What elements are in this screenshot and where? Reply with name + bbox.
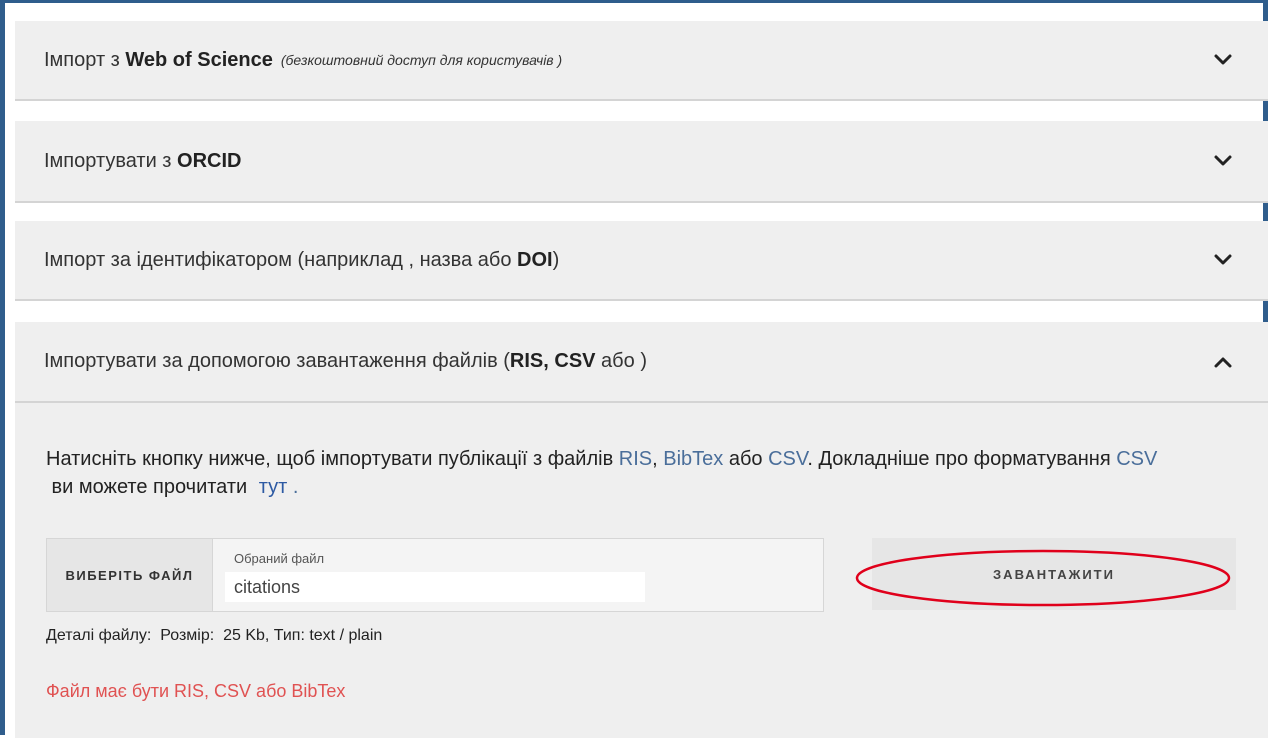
csv-format-link[interactable]: тут — [259, 476, 288, 498]
panel-title-prefix: Імпортувати за допомогою завантаження фа… — [44, 350, 510, 372]
upload-button[interactable]: ЗАВАНТАЖИТИ — [872, 538, 1236, 610]
choose-file-button[interactable]: ВИБЕРІТЬ ФАЙЛ — [46, 538, 212, 612]
chevron-down-icon[interactable] — [1212, 249, 1234, 271]
panel-title-bold: Web of Science — [125, 48, 273, 71]
panel-title-suffix: ) — [552, 248, 560, 271]
desc-text: Натисніть кнопку нижче, щоб імпортувати … — [46, 448, 619, 470]
desc-text: . — [287, 476, 299, 498]
panel-title-prefix: Імпорт з — [44, 48, 126, 71]
desc-text: . Докладніше про форматування — [807, 448, 1117, 470]
panel-title-bold: ORCID — [177, 149, 242, 172]
panel-title-bold: RIS, CSV — [509, 350, 596, 372]
panel-title-suffix: або ) — [595, 350, 647, 372]
file-details: Деталі файлу: Розмір: 25 Kb, Тип: text /… — [46, 627, 383, 644]
file-type-error: Файл має бути RIS, CSV або BibTex — [46, 681, 346, 701]
csv-text: CSV — [768, 448, 808, 470]
desc-text: , — [652, 448, 664, 470]
desc-text: ви можете прочитати — [46, 476, 253, 498]
chevron-down-icon[interactable] — [1212, 49, 1234, 71]
panel-orcid[interactable]: Імпортувати з ORCID — [15, 121, 1268, 203]
panel-title-bold: DOI — [517, 248, 553, 271]
import-frame: Імпорт з Web of Science (безкоштовний до… — [0, 0, 1268, 738]
panel-identifier[interactable]: Імпорт за ідентифікатором (наприклад , н… — [15, 221, 1268, 301]
desc-text: або — [723, 448, 769, 470]
panel-web-of-science[interactable]: Імпорт з Web of Science (безкоштовний до… — [15, 21, 1268, 101]
selected-file-field[interactable]: Обраний файл citations — [212, 538, 824, 612]
panel-title-prefix: Імпортувати з — [44, 149, 178, 172]
panel-file-upload[interactable]: Імпортувати за допомогою завантаження фа… — [15, 322, 1268, 403]
chevron-up-icon[interactable] — [1212, 351, 1234, 373]
ris-text: RIS — [618, 448, 653, 470]
file-upload-body: Натисніть кнопку нижче, щоб імпортувати … — [15, 403, 1268, 738]
selected-file-label: Обраний файл — [234, 551, 325, 566]
csv-text: CSV — [1116, 448, 1158, 470]
upload-description: Натисніть кнопку нижче, щоб імпортувати … — [46, 445, 1166, 501]
panel-title-prefix: Імпорт за ідентифікатором (наприклад , н… — [44, 248, 518, 271]
panel-title-note: (безкоштовний доступ для користувачів ) — [280, 52, 563, 68]
bibtex-text: BibTex — [663, 448, 724, 470]
selected-file-value: citations — [234, 577, 301, 597]
chevron-down-icon[interactable] — [1212, 150, 1234, 172]
